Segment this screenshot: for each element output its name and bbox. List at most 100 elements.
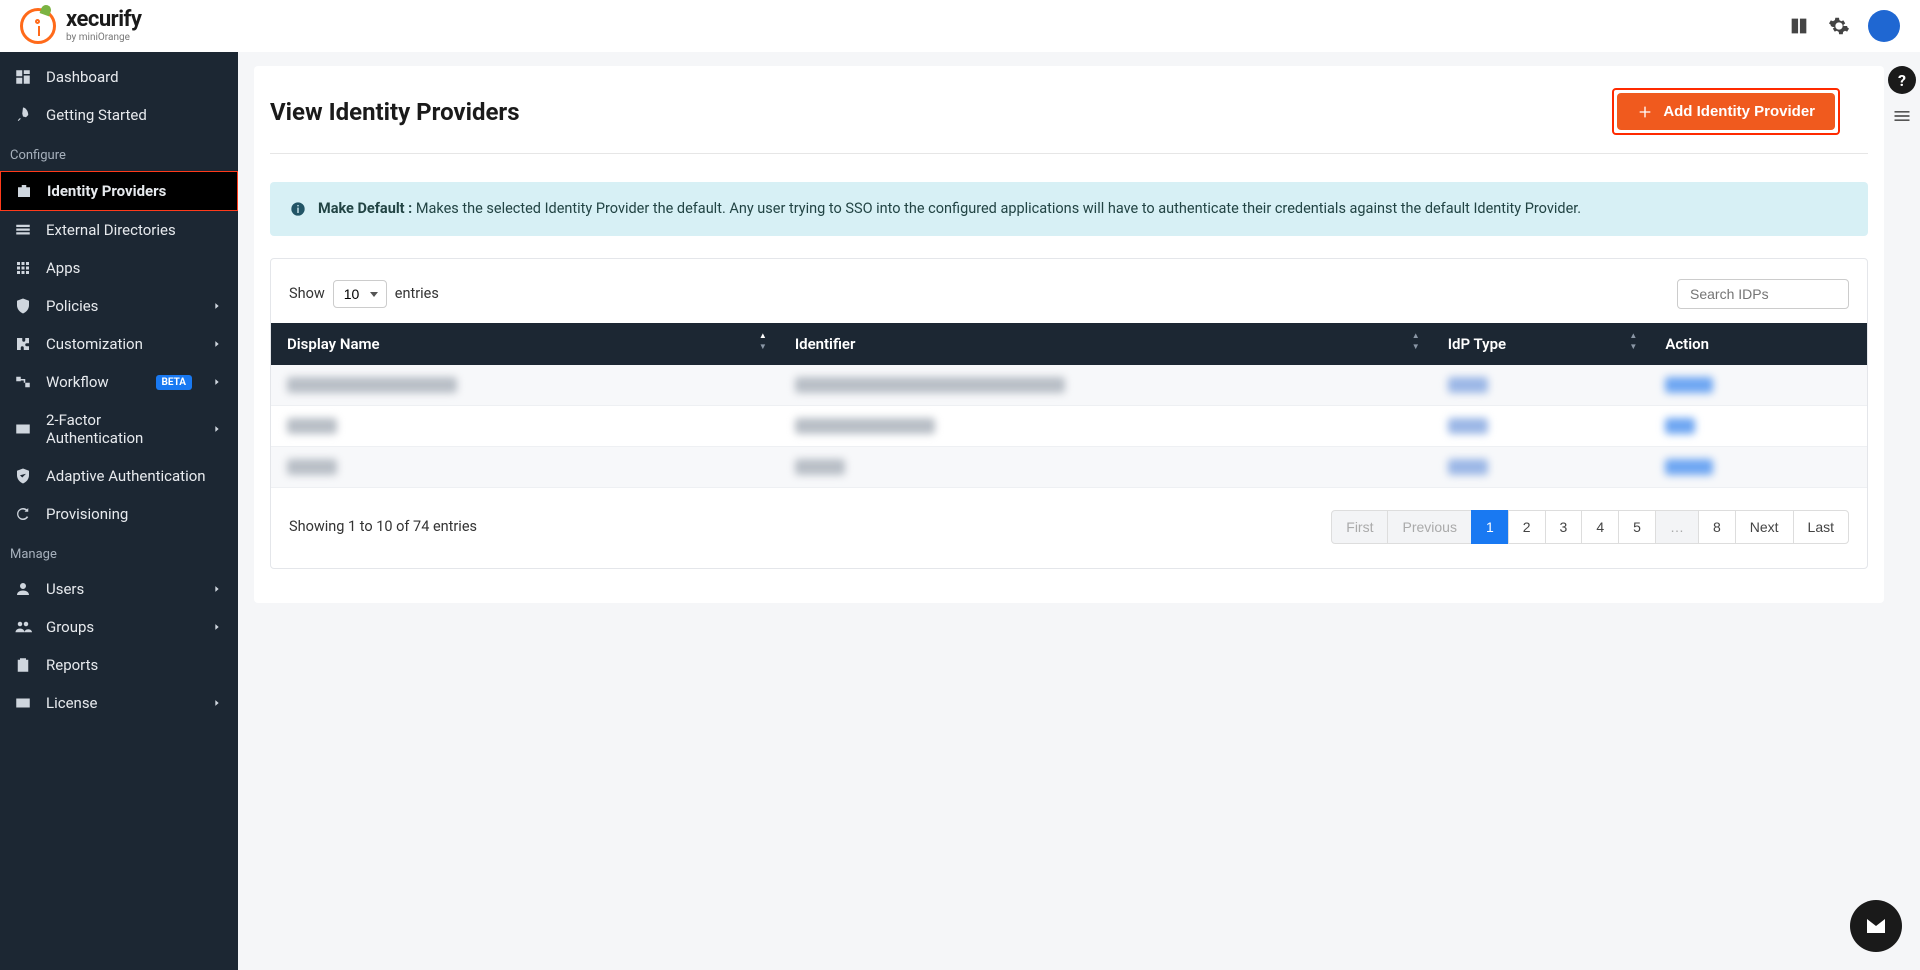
logo[interactable]: xecurify by miniOrange — [20, 8, 141, 44]
blurred-cell — [1448, 418, 1488, 434]
table-summary: Showing 1 to 10 of 74 entries — [289, 518, 477, 535]
blurred-cell — [795, 418, 935, 434]
blurred-cell — [1448, 459, 1488, 475]
chevron-right-icon — [212, 622, 222, 632]
key-icon — [14, 420, 32, 438]
sidebar-item-customization[interactable]: Customization — [0, 325, 238, 363]
add-button-label: Add Identity Provider — [1663, 103, 1815, 120]
logo-subtitle: by miniOrange — [66, 33, 141, 43]
group-icon — [14, 618, 32, 636]
page-previous[interactable]: Previous — [1387, 510, 1471, 544]
sidebar-item-label: Identity Providers — [47, 182, 221, 200]
briefcase-icon — [15, 182, 33, 200]
blurred-cell — [287, 418, 337, 434]
page-2[interactable]: 2 — [1508, 510, 1546, 544]
sidebar-item-label: Customization — [46, 335, 198, 353]
table-row — [271, 405, 1867, 446]
shield-icon — [14, 297, 32, 315]
sidebar-item-label: Apps — [46, 259, 222, 277]
table-row — [271, 365, 1867, 406]
chevron-right-icon — [212, 339, 222, 349]
sidebar-item-license[interactable]: License — [0, 684, 238, 722]
page-first[interactable]: First — [1331, 510, 1388, 544]
sidebar-item-label: Provisioning — [46, 505, 222, 523]
mail-icon — [1864, 914, 1888, 938]
page-last[interactable]: Last — [1793, 510, 1849, 544]
col-idp-type[interactable]: IdP Type — [1432, 323, 1650, 365]
blurred-cell — [795, 459, 845, 475]
blurred-cell — [1665, 459, 1713, 475]
page-4[interactable]: 4 — [1581, 510, 1619, 544]
sidebar-item-label: Workflow — [46, 373, 142, 391]
chevron-right-icon — [212, 584, 222, 594]
page-ellipsis: … — [1655, 510, 1699, 544]
table-row — [271, 446, 1867, 487]
dashboard-icon — [14, 68, 32, 86]
blurred-cell — [1665, 377, 1713, 393]
page-1[interactable]: 1 — [1471, 510, 1509, 544]
sidebar-item-label: Groups — [46, 618, 198, 636]
sidebar-item-label: Adaptive Authentication — [46, 467, 222, 485]
list-icon — [14, 221, 32, 239]
beta-badge: BETA — [156, 375, 193, 390]
grid-icon — [14, 259, 32, 277]
card-icon — [14, 694, 32, 712]
col-display-name[interactable]: Display Name — [271, 323, 779, 365]
user-icon — [14, 580, 32, 598]
avatar[interactable] — [1868, 10, 1900, 42]
menu-toggle[interactable] — [1892, 106, 1912, 130]
sidebar-item-label: Getting Started — [46, 106, 222, 124]
sidebar-section-configure: Configure — [0, 134, 238, 171]
sidebar-item-label: 2-Factor Authentication — [46, 411, 198, 447]
blurred-cell — [287, 377, 457, 393]
sidebar-item-getting-started[interactable]: Getting Started — [0, 96, 238, 134]
entries-select[interactable]: 10 — [333, 280, 387, 308]
sidebar-item-adaptive-auth[interactable]: Adaptive Authentication — [0, 457, 238, 495]
sidebar-item-label: Reports — [46, 656, 222, 674]
sidebar-item-groups[interactable]: Groups — [0, 608, 238, 646]
sidebar-item-dashboard[interactable]: Dashboard — [0, 58, 238, 96]
sidebar-item-label: License — [46, 694, 198, 712]
clipboard-icon — [14, 656, 32, 674]
rocket-icon — [14, 106, 32, 124]
chevron-right-icon — [212, 301, 222, 311]
page-3[interactable]: 3 — [1545, 510, 1583, 544]
sidebar-item-users[interactable]: Users — [0, 570, 238, 608]
info-label: Make Default : — [318, 200, 412, 217]
sidebar-item-2fa[interactable]: 2-Factor Authentication — [0, 401, 238, 457]
hamburger-icon — [1892, 106, 1912, 126]
blurred-cell — [1448, 377, 1488, 393]
help-button[interactable]: ? — [1888, 66, 1916, 94]
idp-table: Display Name Identifier IdP Type Action — [271, 323, 1867, 488]
sidebar-item-provisioning[interactable]: Provisioning — [0, 495, 238, 533]
docs-icon[interactable] — [1788, 15, 1810, 37]
plus-icon — [1637, 104, 1653, 120]
sidebar-item-reports[interactable]: Reports — [0, 646, 238, 684]
sidebar-item-label: Dashboard — [46, 68, 222, 86]
page-5[interactable]: 5 — [1618, 510, 1656, 544]
col-action: Action — [1649, 323, 1867, 365]
topbar: xecurify by miniOrange — [0, 0, 1920, 52]
puzzle-icon — [14, 335, 32, 353]
blurred-cell — [1665, 418, 1695, 434]
sidebar-item-label: External Directories — [46, 221, 222, 239]
chevron-right-icon — [212, 698, 222, 708]
chat-fab[interactable] — [1850, 900, 1902, 952]
main-content: ? View Identity Providers Add Identity P… — [238, 52, 1920, 970]
sync-icon — [14, 505, 32, 523]
sidebar-item-workflow[interactable]: Workflow BETA — [0, 363, 238, 401]
table-card: Show 10 entries — [270, 258, 1868, 569]
sidebar-section-manage: Manage — [0, 533, 238, 570]
sidebar-item-policies[interactable]: Policies — [0, 287, 238, 325]
search-input[interactable] — [1677, 279, 1849, 309]
sidebar-item-apps[interactable]: Apps — [0, 249, 238, 287]
col-identifier[interactable]: Identifier — [779, 323, 1432, 365]
blurred-cell — [287, 459, 337, 475]
shield-check-icon — [14, 467, 32, 485]
page-8[interactable]: 8 — [1698, 510, 1736, 544]
sidebar-item-identity-providers[interactable]: Identity Providers — [0, 171, 238, 211]
page-next[interactable]: Next — [1735, 510, 1794, 544]
gear-icon[interactable] — [1828, 15, 1850, 37]
sidebar-item-external-directories[interactable]: External Directories — [0, 211, 238, 249]
add-identity-provider-button[interactable]: Add Identity Provider — [1617, 93, 1835, 130]
